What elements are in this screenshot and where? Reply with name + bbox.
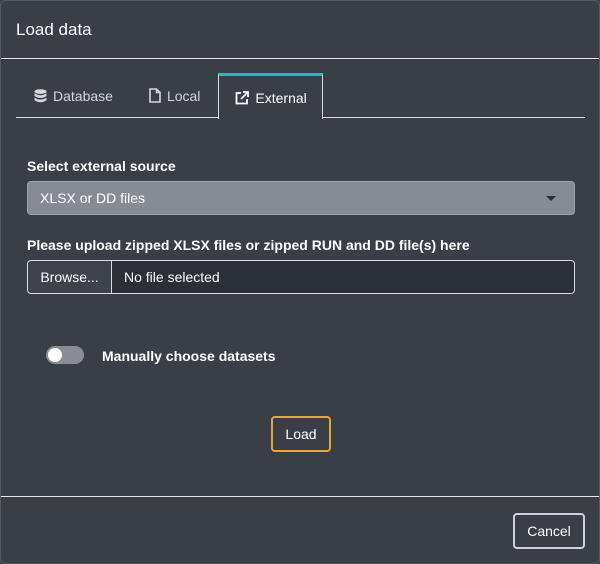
manual-datasets-toggle[interactable]: [46, 346, 84, 364]
browse-button[interactable]: Browse...: [27, 260, 112, 294]
database-icon: [34, 88, 47, 103]
external-source-value: XLSX or DD files: [40, 190, 146, 206]
upload-label: Please upload zipped XLSX files or zippe…: [27, 237, 470, 253]
file-icon: [149, 88, 161, 103]
tab-database-label: Database: [53, 87, 113, 104]
tab-external-label: External: [255, 89, 307, 106]
tab-external[interactable]: External: [218, 73, 323, 119]
external-link-icon: [235, 90, 250, 105]
tab-local[interactable]: Local: [131, 73, 218, 118]
dialog-title: Load data: [16, 19, 92, 39]
footer-divider: [1, 496, 599, 497]
file-status-text: No file selected: [112, 260, 575, 294]
dialog-header: Load data: [1, 1, 599, 59]
external-source-select[interactable]: XLSX or DD files: [27, 181, 575, 215]
load-button[interactable]: Load: [271, 416, 331, 452]
toggle-knob: [48, 348, 62, 362]
cancel-button[interactable]: Cancel: [513, 513, 585, 549]
file-upload-field: Browse... No file selected: [27, 260, 575, 294]
chevron-down-icon: [546, 196, 556, 201]
load-data-dialog: Load data Database Local External Select…: [0, 0, 600, 564]
tab-local-label: Local: [166, 87, 201, 104]
external-source-label: Select external source: [27, 158, 176, 174]
source-tabs: Database Local External: [16, 73, 585, 119]
manual-datasets-label: Manually choose datasets: [102, 348, 276, 364]
tab-database[interactable]: Database: [16, 73, 131, 118]
